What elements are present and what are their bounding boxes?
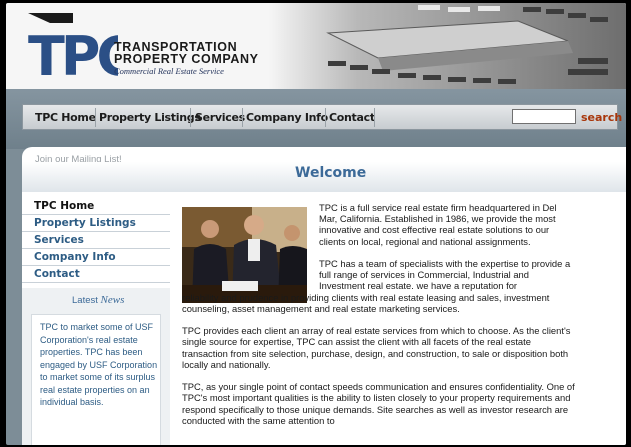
- search-input[interactable]: [512, 109, 576, 124]
- nav-contact[interactable]: Contact: [329, 111, 375, 124]
- nav-company-info[interactable]: Company Info: [246, 111, 328, 124]
- latest-news-box: Latest News TPC to market some of USF Co…: [22, 288, 170, 445]
- side-item-company-info[interactable]: Company Info: [22, 249, 170, 266]
- side-item-services[interactable]: Services: [22, 232, 170, 249]
- paragraph-contact: TPC, as your single point of contact spe…: [182, 381, 575, 426]
- nav-divider: [374, 108, 375, 127]
- browser-frame: TPC TRANSPORTATION PROPERTY COMPANY Comm…: [6, 3, 626, 445]
- page-title: Welcome: [295, 165, 367, 181]
- site-header: TPC TRANSPORTATION PROPERTY COMPANY Comm…: [6, 3, 626, 89]
- side-menu: TPC Home Property Listings Services Comp…: [22, 198, 170, 445]
- search-button[interactable]: search: [581, 111, 622, 124]
- paragraph-services: TPC provides each client an array of rea…: [182, 325, 571, 370]
- svg-text:TPC: TPC: [28, 25, 118, 81]
- nav-tpc-home[interactable]: TPC Home: [35, 111, 96, 124]
- news-card: TPC to market some of USF Corporation's …: [31, 314, 161, 445]
- news-title: Latest News: [72, 294, 124, 306]
- content-panel: Join our Mailing List! Welcome TPC Home …: [22, 147, 626, 445]
- news-title-prefix: Latest: [72, 295, 98, 306]
- side-item-tpc-home[interactable]: TPC Home: [22, 198, 170, 215]
- nav-property-listings[interactable]: Property Listings: [99, 111, 201, 124]
- paragraph-team-cont: reliability and prudence in providing cl…: [182, 291, 550, 314]
- news-title-emph: News: [100, 294, 125, 306]
- brand-name: TRANSPORTATION PROPERTY COMPANY Commerci…: [114, 41, 259, 76]
- nav-divider: [190, 108, 191, 127]
- tpc-logo[interactable]: TPC: [28, 13, 137, 88]
- paragraph-intro: TPC is a full service real estate firm h…: [319, 202, 557, 247]
- brand-tagline: Commercial Real Estate Service: [114, 66, 224, 76]
- nav-services[interactable]: Services: [195, 111, 245, 124]
- side-item-property-listings[interactable]: Property Listings: [22, 215, 170, 232]
- news-text[interactable]: TPC to market some of USF Corporation's …: [40, 321, 158, 409]
- nav-bar: TPC Home Property Listings Services Comp…: [6, 89, 626, 149]
- nav-divider: [325, 108, 326, 127]
- brand-line-2: PROPERTY COMPANY: [114, 52, 259, 66]
- main-text: TPC is a full service real estate firm h…: [182, 202, 577, 437]
- paragraph-team: TPC has a team of specialists with the e…: [319, 258, 571, 292]
- warehouse-aerial-photo: [268, 3, 626, 89]
- side-item-contact[interactable]: Contact: [22, 266, 170, 283]
- nav-divider: [95, 108, 96, 127]
- nav-strip: TPC Home Property Listings Services Comp…: [22, 104, 622, 130]
- nav-divider: [242, 108, 243, 127]
